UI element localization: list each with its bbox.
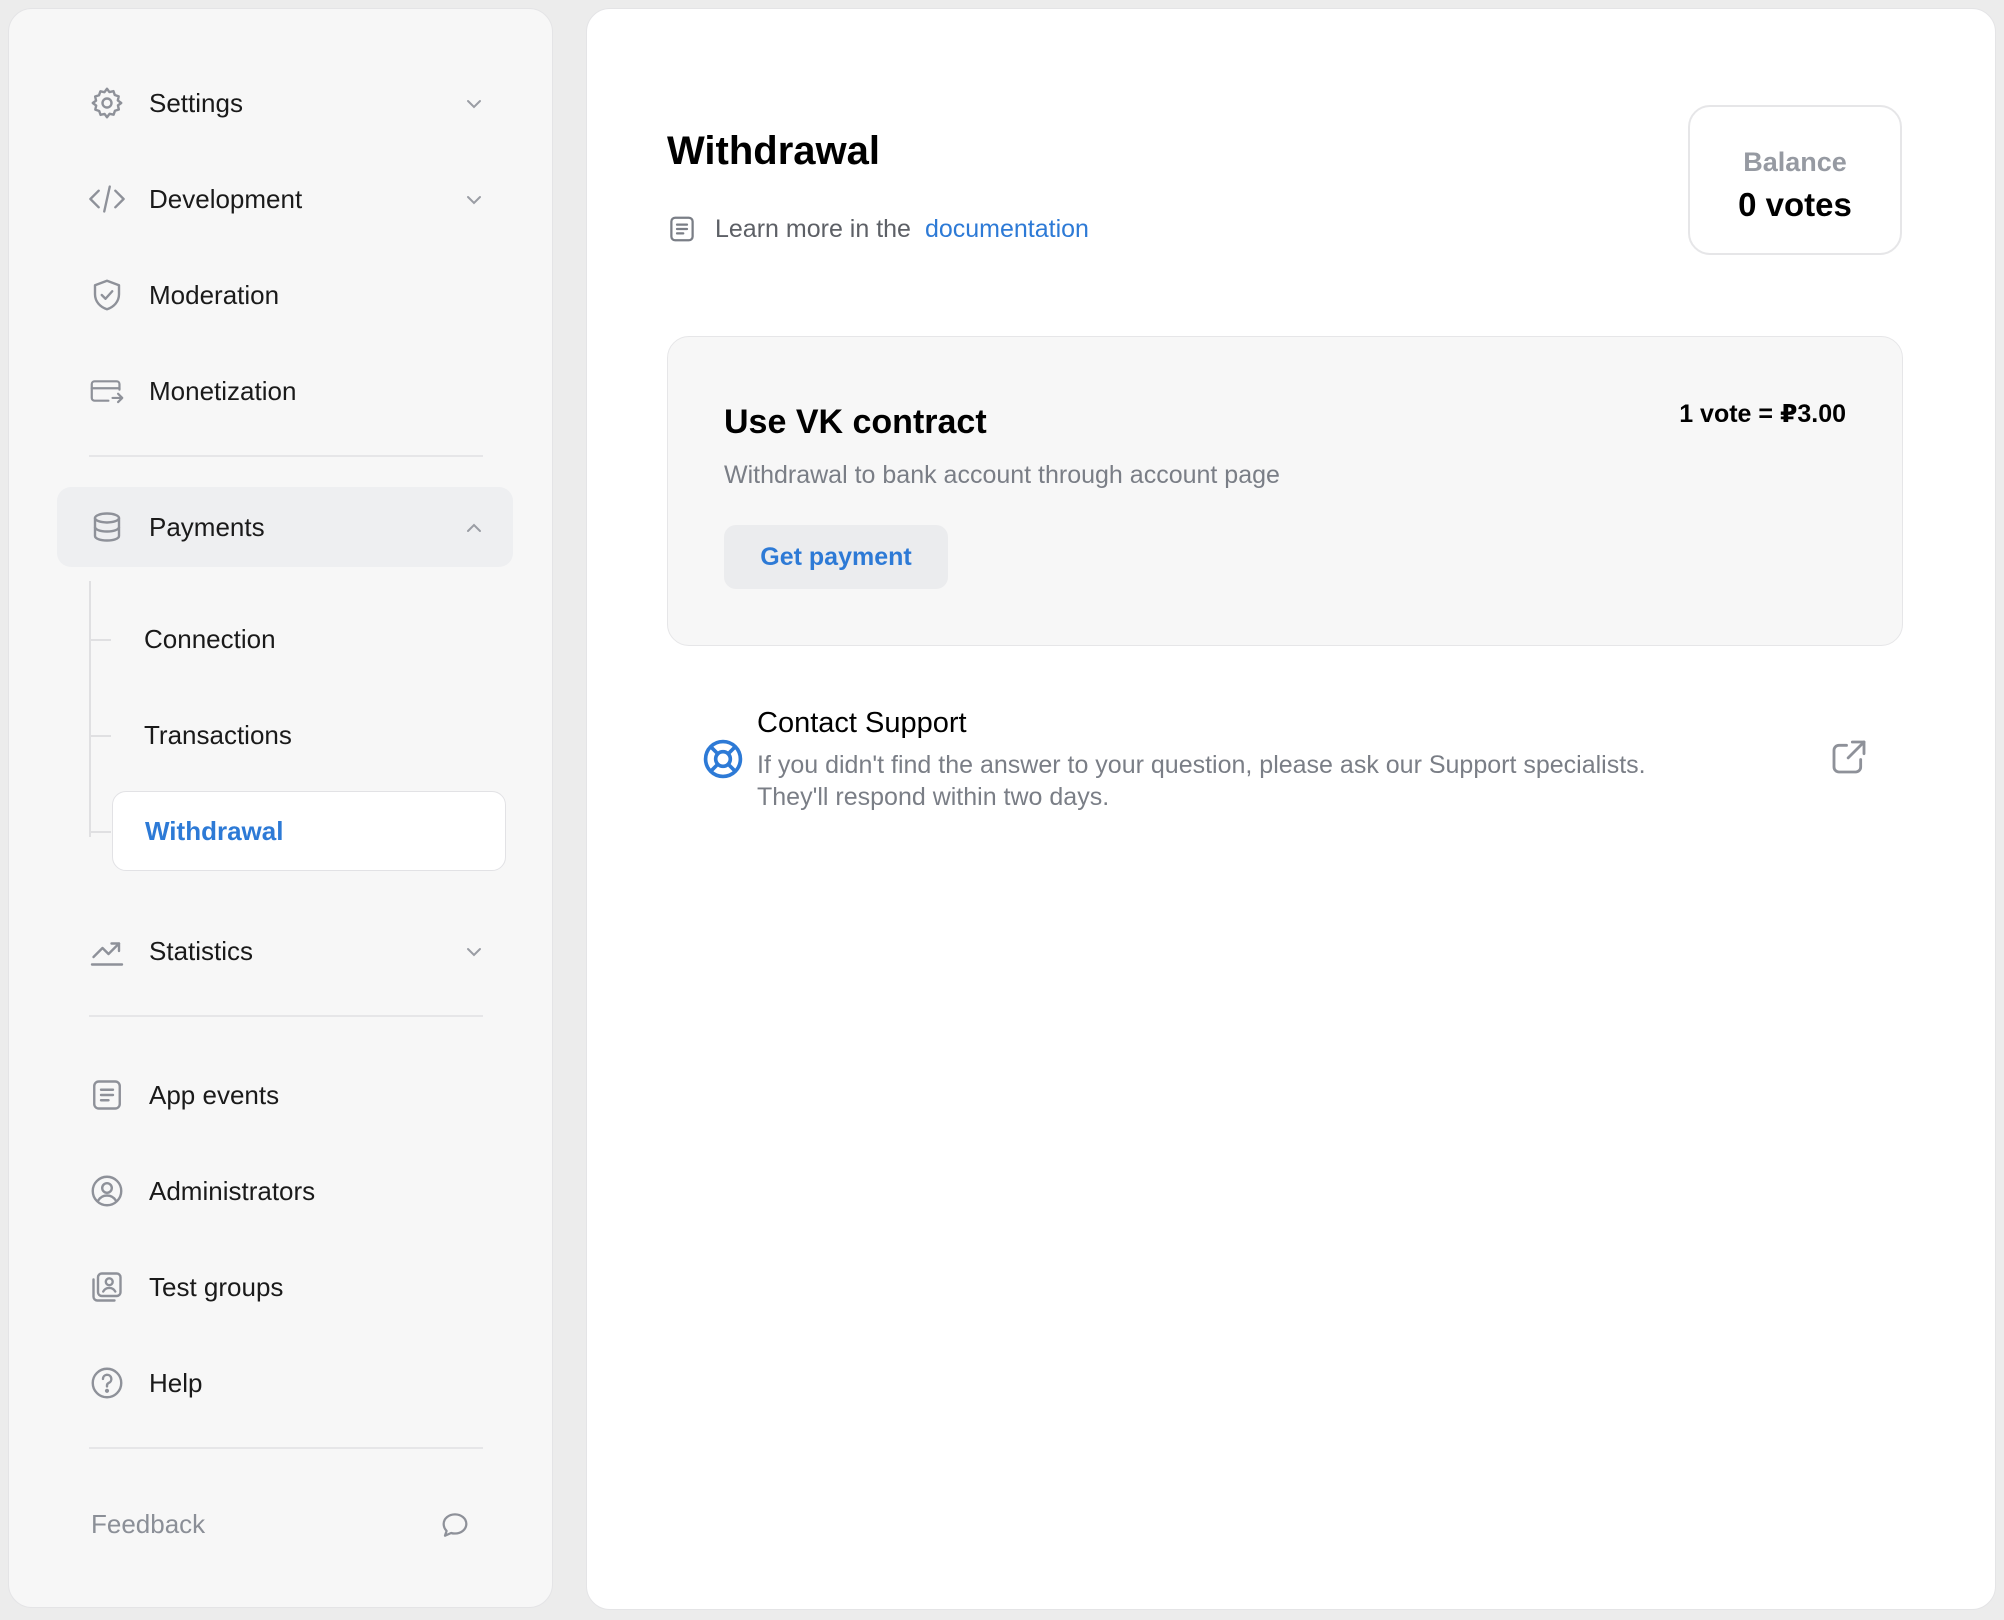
help-circle-icon — [89, 1365, 125, 1401]
balance-box: Balance 0 votes — [1688, 105, 1902, 255]
sidebar-item-development[interactable]: Development — [57, 159, 513, 239]
sidebar-divider — [89, 1015, 483, 1017]
sidebar-item-label: App events — [149, 1079, 280, 1110]
external-link-icon[interactable] — [1829, 737, 1869, 777]
chevron-down-icon — [463, 93, 485, 115]
sidebar-item-label: Settings — [149, 87, 243, 118]
sidebar: Settings Development Moderation Monetiza… — [8, 8, 553, 1608]
sidebar-subitem-withdrawal[interactable]: Withdrawal — [112, 791, 506, 871]
documentation-link[interactable]: documentation — [925, 215, 1089, 244]
sidebar-item-help[interactable]: Help — [57, 1343, 513, 1423]
card-title: Use VK contract — [724, 403, 987, 441]
page-title: Withdrawal — [667, 129, 880, 173]
balance-value: 0 votes — [1738, 186, 1852, 223]
sidebar-item-label: Administrators — [149, 1175, 316, 1206]
chevron-down-icon — [463, 941, 485, 963]
support-title: Contact Support — [757, 707, 967, 739]
sidebar-item-label: Monetization — [149, 375, 297, 406]
sidebar-item-label: Help — [149, 1367, 203, 1398]
sidebar-item-label: Payments — [149, 511, 265, 542]
gear-icon — [89, 85, 125, 121]
sidebar-item-label: Test groups — [149, 1271, 284, 1302]
sidebar-subitem-label: Withdrawal — [145, 815, 284, 846]
support-line: If you didn't find the answer to your qu… — [757, 751, 1646, 779]
doc-row: Learn more in the documentation — [667, 209, 1089, 249]
chevron-down-icon — [463, 189, 485, 211]
support-line: They'll respond within two days. — [757, 783, 1110, 811]
sidebar-item-administrators[interactable]: Administrators — [57, 1151, 513, 1231]
feedback-link[interactable]: Feedback — [91, 1509, 205, 1540]
sidebar-divider — [89, 1447, 483, 1449]
shield-check-icon — [89, 277, 125, 313]
lifebuoy-icon — [701, 737, 745, 781]
sidebar-item-app-events[interactable]: App events — [57, 1055, 513, 1135]
chat-bubble-icon[interactable] — [439, 1509, 475, 1545]
sidebar-subitem-transactions[interactable]: Transactions — [112, 695, 506, 775]
list-doc-icon — [89, 1077, 125, 1113]
sidebar-item-test-groups[interactable]: Test groups — [57, 1247, 513, 1327]
tree-tick — [89, 639, 111, 641]
tree-tick — [89, 735, 111, 737]
coins-stack-icon — [89, 509, 125, 545]
sidebar-item-label: Statistics — [149, 935, 254, 966]
main-panel: Withdrawal Learn more in the documentati… — [586, 8, 1996, 1610]
chevron-up-icon — [463, 517, 485, 539]
sidebar-item-statistics[interactable]: Statistics — [57, 911, 513, 991]
sidebar-item-label: Moderation — [149, 279, 280, 310]
code-icon — [89, 181, 125, 217]
sidebar-item-monetization[interactable]: Monetization — [57, 351, 513, 431]
user-card-icon — [89, 1269, 125, 1305]
vk-contract-card: Use VK contract 1 vote = ₽3.00 Withdrawa… — [667, 336, 1903, 646]
sidebar-item-moderation[interactable]: Moderation — [57, 255, 513, 335]
sidebar-divider — [89, 455, 483, 457]
card-description: Withdrawal to bank account through accou… — [724, 461, 1280, 489]
sidebar-subitem-label: Transactions — [144, 719, 292, 750]
sidebar-item-payments[interactable]: Payments — [57, 487, 513, 567]
tree-tick — [89, 831, 111, 833]
doc-text: Learn more in the — [715, 214, 911, 243]
user-circle-icon — [89, 1173, 125, 1209]
card-transfer-icon — [89, 373, 125, 409]
contact-support[interactable]: Contact Support If you didn't find the a… — [667, 699, 1903, 829]
balance-label: Balance — [1743, 147, 1847, 177]
tree-line — [89, 581, 91, 837]
support-description: If you didn't find the answer to your qu… — [757, 749, 1757, 813]
get-payment-button[interactable]: Get payment — [724, 525, 948, 589]
sidebar-item-label: Development — [149, 183, 303, 214]
sidebar-item-settings[interactable]: Settings — [57, 63, 513, 143]
chart-up-icon — [89, 933, 125, 969]
sidebar-subitem-label: Connection — [144, 623, 276, 654]
exchange-rate: 1 vote = ₽3.00 — [1679, 400, 1846, 428]
document-icon — [667, 214, 697, 244]
sidebar-subitem-connection[interactable]: Connection — [112, 599, 506, 679]
